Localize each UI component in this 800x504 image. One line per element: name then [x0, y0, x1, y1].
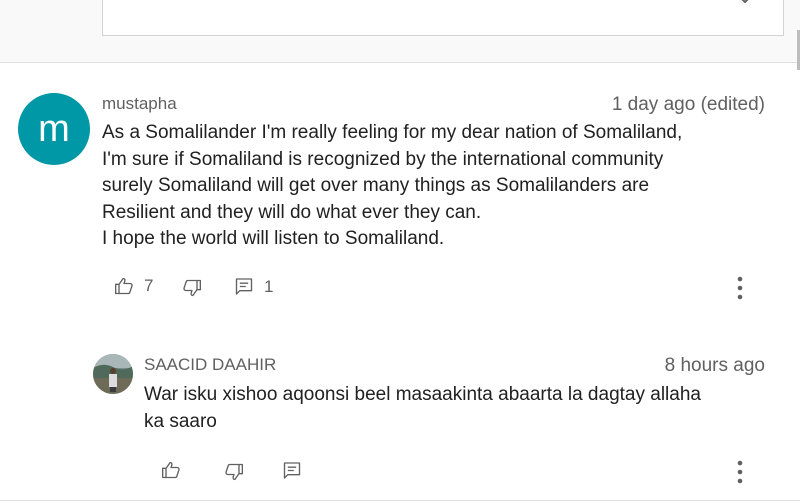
like-count: 7 [144, 276, 154, 295]
reply-author[interactable]: SAACID DAAHIR [144, 355, 276, 375]
reply-reply-button[interactable] [282, 460, 302, 481]
reply-dislike-button[interactable] [224, 462, 244, 482]
avatar[interactable]: m [18, 93, 90, 165]
comment-input-box[interactable] [102, 0, 784, 36]
more-vert-icon[interactable] [737, 276, 743, 300]
reply-text: War isku xishoo aqoonsi beel masaakinta … [144, 384, 701, 432]
close-icon[interactable] [732, 0, 762, 6]
thumbs-up-icon [162, 461, 180, 479]
more-vert-icon[interactable] [737, 460, 743, 484]
reply-icon [283, 462, 301, 479]
comment-text: As a Somalilander I'm really feeling for… [102, 122, 683, 249]
thumbs-down-icon [183, 279, 201, 297]
thumbs-up-icon [115, 277, 133, 295]
reply-like-button[interactable] [161, 460, 181, 480]
comment-author[interactable]: mustapha [102, 94, 177, 114]
reply-icon [235, 278, 253, 295]
reply-count: 1 [264, 276, 274, 296]
dislike-button[interactable] [182, 278, 202, 298]
reply-timestamp[interactable]: 8 hours ago [665, 355, 765, 377]
thumbs-down-icon [225, 463, 243, 481]
comment-timestamp[interactable]: 1 day ago (edited) [612, 94, 765, 116]
comment-input-area [0, 0, 800, 63]
reply-button[interactable]: 1 [234, 276, 273, 297]
like-button[interactable]: 7 [114, 276, 153, 296]
reply-avatar[interactable] [93, 354, 133, 394]
divider [0, 500, 800, 501]
